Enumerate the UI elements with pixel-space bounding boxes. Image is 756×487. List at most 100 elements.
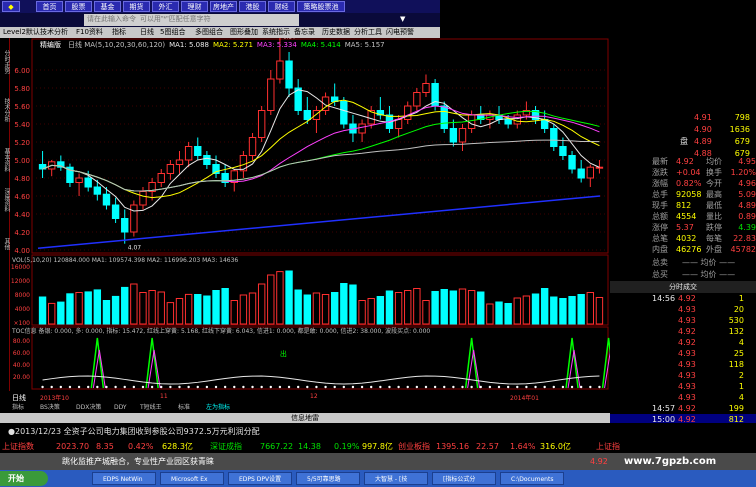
toolbar-item[interactable]: 指标 — [112, 27, 126, 38]
toolbar-item[interactable]: F10资料 — [76, 27, 103, 38]
indicator-dot — [324, 385, 327, 389]
ma-legend-item: MA3: 5.334 — [256, 41, 297, 49]
taskbar-window-button[interactable]: 大智慧 - [技 — [364, 472, 428, 485]
indicator-dot — [470, 385, 473, 389]
toolbar-item[interactable]: 多图组合 — [195, 27, 223, 38]
menu-button[interactable]: 期货 — [123, 1, 150, 12]
taskbar-window-button[interactable]: 5/5可靠思路 — [296, 472, 360, 485]
toolbar-item[interactable]: Level2默认 — [3, 27, 40, 38]
left-tab[interactable]: 基本资料 — [0, 148, 10, 172]
menu-button[interactable]: 财经 — [268, 1, 295, 12]
indicator-tab[interactable]: DDX决策 — [76, 403, 101, 413]
taskbar-window-button[interactable]: C:\Documents — [500, 472, 564, 485]
date-axis-label: 11 — [160, 393, 168, 400]
index-value[interactable]: 316.0亿 — [540, 440, 571, 453]
candle-body — [102, 193, 111, 206]
indicator-dot — [415, 385, 419, 389]
left-tab[interactable]: 深度资料 — [0, 188, 10, 212]
order-book-row[interactable]: 4.91 798 — [610, 112, 756, 124]
app-logo-icon[interactable]: ◆ — [2, 1, 20, 12]
index-value[interactable]: 22.57 — [476, 440, 499, 453]
index-value[interactable]: 1395.16 — [436, 440, 469, 453]
indicator-dot — [223, 385, 227, 389]
command-dropdown-icon[interactable]: ▼ — [400, 15, 405, 23]
index-value[interactable]: 上证指数 — [2, 440, 34, 453]
index-value[interactable]: 14.38 — [298, 440, 321, 453]
index-value[interactable]: 0.19% — [334, 440, 359, 453]
menu-button[interactable]: 港股 — [239, 1, 266, 12]
index-value[interactable]: 上证指 — [596, 440, 620, 453]
menu-button[interactable]: 首页 — [36, 1, 63, 12]
low-label: 4.07 — [128, 245, 142, 252]
menu-button[interactable]: 策略股票池 — [297, 1, 345, 12]
indicator-dot — [351, 385, 355, 389]
chart-background — [10, 38, 610, 392]
indicator-dot — [461, 385, 464, 389]
start-button[interactable]: 开始 — [0, 471, 48, 486]
left-tab[interactable]: 分时走势 — [0, 50, 10, 74]
toolbar-item[interactable]: 系统指示 — [262, 27, 290, 38]
volume-bar — [239, 294, 248, 325]
toolbar-item[interactable]: 闪电预警 — [386, 27, 414, 38]
period-label[interactable]: 日线 — [12, 393, 26, 403]
index-value[interactable]: 7667.22 — [260, 440, 293, 453]
stat-label: 内盘 — [652, 245, 668, 254]
toolbar-item[interactable]: 历史数据 — [322, 27, 350, 38]
kline-chart-area[interactable]: 6.00 5.80 5.60 5.40 5.20 5.00 4.80 4.60 4.40 4.20… — [10, 34, 618, 402]
candle-body — [577, 168, 585, 179]
taskbar-window-button[interactable]: Microsoft Ex — [160, 472, 224, 485]
volume-bar — [212, 290, 220, 325]
toolbar-item[interactable]: 分析工具 — [354, 27, 382, 38]
indicator-dot — [278, 385, 282, 389]
indicator-tab[interactable]: 标准 — [178, 403, 190, 413]
command-input[interactable] — [84, 14, 299, 26]
index-value[interactable]: 0.42% — [128, 440, 153, 453]
ad-text: 跳化监推产城融合，专业性产业园区获青睐 — [62, 457, 214, 466]
news-ticker[interactable]: ●2013/12/23 全资子公司电力集团收到参股公司9372.5万元利润分配 — [0, 423, 756, 440]
menu-button[interactable]: 基金 — [94, 1, 121, 12]
indicator-dot — [370, 385, 373, 389]
left-tab[interactable]: 技术分析 — [0, 98, 10, 122]
menu-button[interactable]: 外汇 — [152, 1, 179, 12]
price-tick-label: 4.60 — [14, 193, 30, 201]
index-value[interactable]: 1.64% — [510, 440, 535, 453]
indicator-dot — [269, 385, 272, 389]
indicator-tab[interactable]: 左为指标 — [206, 403, 230, 413]
order-book-row[interactable]: 4.90 1636 — [610, 124, 756, 136]
stat-value: 45782 — [730, 245, 756, 254]
indicator-dot — [543, 385, 546, 389]
index-value[interactable]: 8.35 — [96, 440, 114, 453]
index-value[interactable]: 深证成指 — [210, 440, 242, 453]
menu-button[interactable]: 房地产 — [210, 1, 237, 12]
volume-bar — [139, 292, 147, 325]
indicator-tab[interactable]: 指标 — [12, 403, 24, 413]
candle-body — [175, 159, 184, 165]
left-tab[interactable]: 其他 — [0, 238, 10, 250]
index-value[interactable]: 997.8亿 — [362, 440, 393, 453]
toolbar-item[interactable]: 日线 — [140, 27, 154, 38]
indicator-tab[interactable]: BS决策 — [40, 403, 60, 413]
trades-header[interactable]: 分时成交 — [610, 281, 756, 293]
toolbar-item[interactable]: 备忘录 — [294, 27, 315, 38]
indicator-dot — [306, 385, 309, 389]
index-value[interactable]: 2023.70 — [56, 440, 89, 453]
toolbar-item[interactable]: 5图组合 — [160, 27, 185, 38]
menu-button[interactable]: 理财 — [181, 1, 208, 12]
indicator-dot — [342, 385, 346, 389]
indicator-tab[interactable]: DDY — [114, 403, 127, 413]
price-tick-label: 4.40 — [14, 211, 30, 219]
toolbar-item[interactable]: 图形叠加 — [230, 27, 258, 38]
taskbar-window-button[interactable]: [指标公式分 — [432, 472, 496, 485]
index-value[interactable]: 628.3亿 — [162, 440, 193, 453]
indicator-tab[interactable]: T短线王 — [140, 403, 162, 413]
stock-name-label: 精编版 — [40, 41, 61, 49]
volume-bar — [257, 283, 266, 325]
order-book-row[interactable]: 盘 4.89 679 — [610, 136, 756, 148]
menu-button[interactable]: 股票 — [65, 1, 92, 12]
taskbar-window-button[interactable]: EDPS NetWin — [92, 472, 156, 485]
index-value[interactable]: 创业板指 — [398, 440, 430, 453]
toolbar-item[interactable]: 技术分析 — [40, 27, 68, 38]
taskbar-window-button[interactable]: EDPS DPV设置 — [228, 472, 292, 485]
volume-bar — [467, 290, 476, 325]
info-mine-bar[interactable]: 信息地雷 — [0, 413, 610, 423]
